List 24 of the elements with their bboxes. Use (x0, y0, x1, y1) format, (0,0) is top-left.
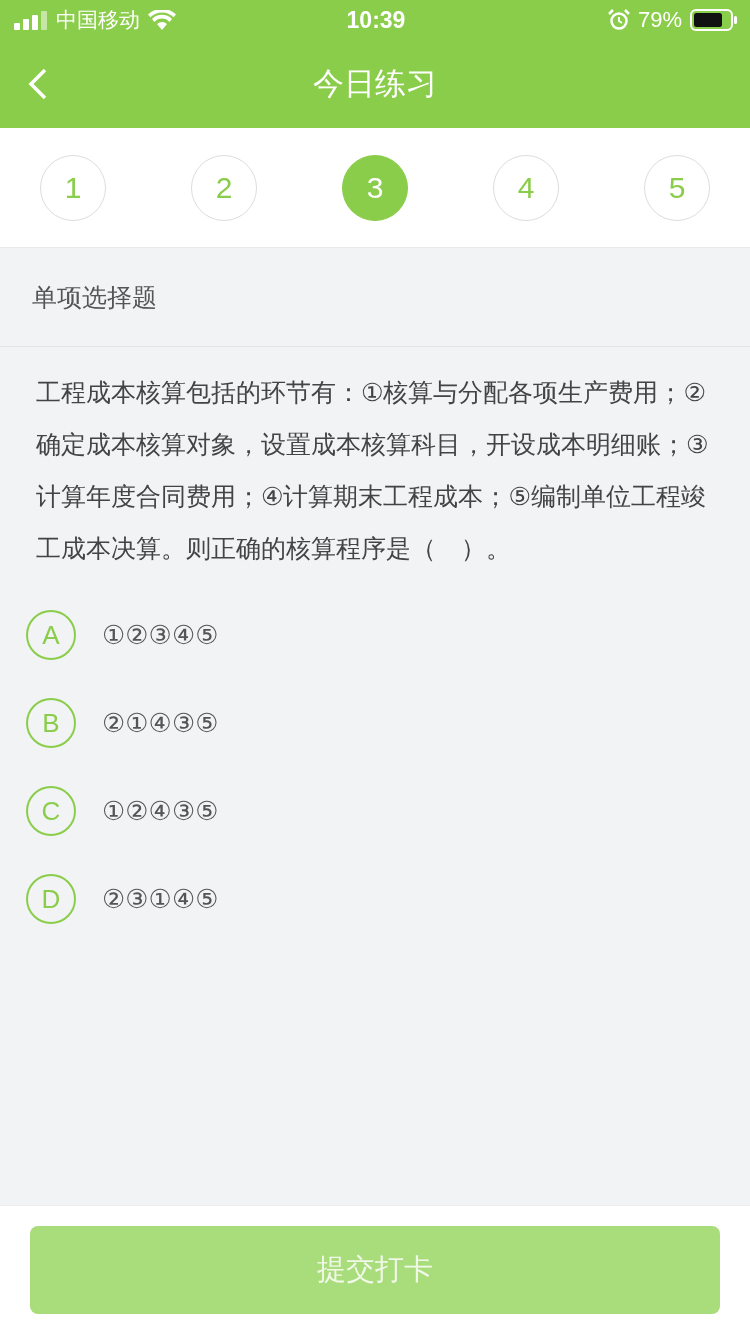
question-number-tab[interactable]: 5 (644, 154, 710, 221)
carrier-name: 中国移动 (56, 7, 140, 34)
battery-percent: 79% (637, 7, 682, 33)
status-time: 10:39 (346, 6, 406, 34)
option-text[interactable]: ②③①④⑤ (102, 884, 219, 914)
back-icon[interactable] (28, 68, 48, 100)
question-number-tab[interactable]: 3 (342, 154, 408, 221)
question-text: 工程成本核算包括的环节有：①核算与分配各项生产费用；②确定成本核算对象，设置成本核算科目，开设成本明细账；③计算年度合同费用；④计算期末工程成本；⑤编制单位工程竣工成本决算。则正确的核算程序是（ ）。 (36, 377, 710, 565)
option-text[interactable]: ①②③④⑤ (102, 620, 219, 650)
question-number-tab[interactable]: 2 (191, 154, 257, 221)
option-letter[interactable]: C (26, 786, 76, 836)
question-type: 单项选择题 (32, 281, 157, 314)
alarm-icon (607, 9, 630, 31)
option-letter[interactable]: A (26, 610, 76, 660)
option-text[interactable]: ②①④③⑤ (102, 708, 219, 738)
wifi-icon (148, 10, 176, 30)
battery-icon (690, 9, 738, 31)
question-number-tab[interactable]: 1 (40, 154, 106, 221)
question-number-tab[interactable]: 4 (493, 154, 559, 221)
option-letter[interactable]: B (26, 698, 76, 748)
signal-icon (14, 10, 48, 30)
page-title: 今日练习 (313, 64, 437, 103)
option-text[interactable]: ①②④③⑤ (102, 796, 219, 826)
option-letter[interactable]: D (26, 874, 76, 924)
